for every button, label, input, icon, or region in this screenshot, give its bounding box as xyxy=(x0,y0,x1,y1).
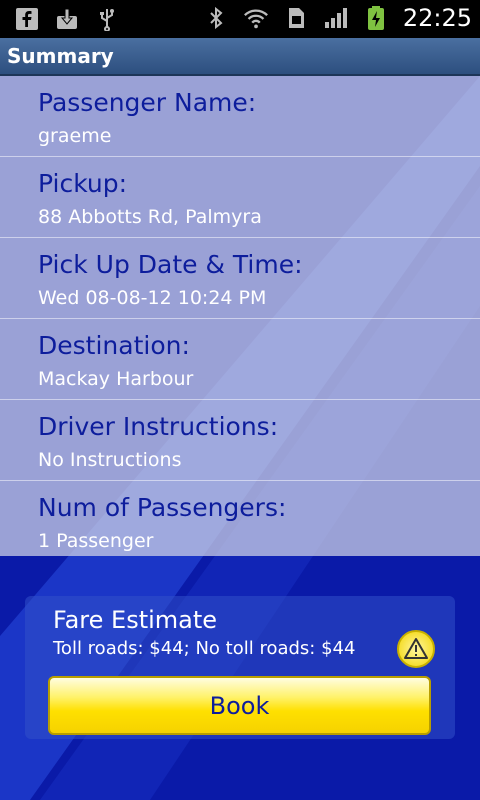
signal-icon xyxy=(323,5,349,31)
driver-instructions-value: No Instructions xyxy=(38,449,182,471)
wifi-icon xyxy=(243,5,269,31)
book-button-label: Book xyxy=(209,691,270,720)
pickup-label: Pickup: xyxy=(38,169,128,198)
fare-estimate-text: Toll roads: $44; No toll roads: $44 xyxy=(53,638,356,659)
warning-icon xyxy=(404,638,428,659)
summary-list: Passenger Name: graeme Pickup: 88 Abbott… xyxy=(0,76,480,556)
destination-value: Mackay Harbour xyxy=(38,368,194,390)
driver-instructions-label: Driver Instructions: xyxy=(38,412,279,441)
warning-button[interactable] xyxy=(397,630,435,668)
num-passengers-label: Num of Passengers: xyxy=(38,493,287,522)
pickup-datetime-label: Pick Up Date & Time: xyxy=(38,250,303,279)
passenger-name-value: graeme xyxy=(38,125,112,147)
download-icon xyxy=(54,6,80,32)
bluetooth-icon xyxy=(203,5,229,31)
book-button[interactable]: Book xyxy=(48,676,431,735)
list-item: Passenger Name: graeme xyxy=(0,76,480,157)
list-item: Pick Up Date & Time: Wed 08-08-12 10:24 … xyxy=(0,238,480,319)
facebook-icon xyxy=(14,6,40,32)
list-item: Num of Passengers: 1 Passenger xyxy=(0,481,480,562)
list-item: Pickup: 88 Abbotts Rd, Palmyra xyxy=(0,157,480,238)
sim-icon xyxy=(283,5,309,31)
status-bar: 22:25 xyxy=(0,0,480,38)
clock-time: 22:25 xyxy=(402,4,472,32)
destination-label: Destination: xyxy=(38,331,190,360)
list-item: Destination: Mackay Harbour xyxy=(0,319,480,400)
pickup-datetime-value: Wed 08-08-12 10:24 PM xyxy=(38,287,267,309)
summary-screen: Passenger Name: graeme Pickup: 88 Abbott… xyxy=(0,76,480,800)
passenger-name-label: Passenger Name: xyxy=(38,88,257,117)
battery-charging-icon xyxy=(363,5,389,31)
page-title: Summary xyxy=(7,44,114,68)
fare-estimate-title: Fare Estimate xyxy=(53,606,218,634)
usb-icon xyxy=(94,6,120,32)
list-item: Driver Instructions: No Instructions xyxy=(0,400,480,481)
title-bar: Summary xyxy=(0,38,480,76)
fare-estimate-panel: Fare Estimate Toll roads: $44; No toll r… xyxy=(25,596,455,739)
pickup-value: 88 Abbotts Rd, Palmyra xyxy=(38,206,262,228)
num-passengers-value: 1 Passenger xyxy=(38,530,154,552)
